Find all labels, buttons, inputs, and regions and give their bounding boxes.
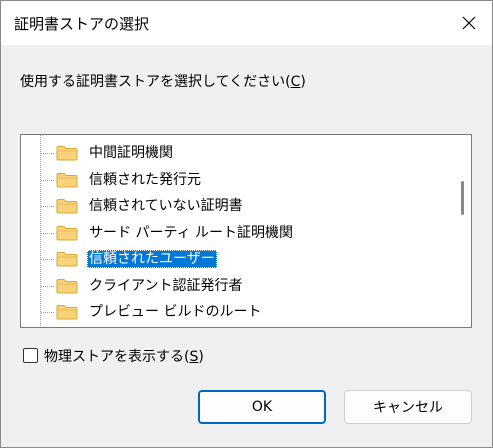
- tree-item-label[interactable]: 信頼されていない証明書: [87, 197, 245, 215]
- tree-item[interactable]: クライアント認証発行者: [21, 274, 451, 298]
- tree-item[interactable]: プレビュー ビルドのルート: [21, 300, 451, 324]
- tree-item-label[interactable]: クライアント認証発行者: [87, 277, 244, 295]
- tree-item-label[interactable]: プレビュー ビルドのルート: [87, 303, 263, 321]
- tree-item[interactable]: 中間証明機関: [21, 141, 451, 165]
- tree-item-label[interactable]: 信頼された発行元: [87, 171, 203, 189]
- dialog-title: 証明書ストアの選択: [14, 15, 150, 33]
- tree-item[interactable]: 信頼されたユーザー: [21, 247, 451, 271]
- tree-branch-line: [41, 312, 55, 313]
- tree-item-label[interactable]: サード パーティ ルート証明機関: [87, 224, 295, 242]
- show-physical-stores-checkbox[interactable]: [23, 348, 38, 363]
- folder-icon: [56, 278, 78, 298]
- store-tree[interactable]: 中間証明機関信頼された発行元信頼されていない証明書サード パーティ ルート証明機…: [20, 134, 472, 328]
- tree-branch-line: [41, 232, 55, 234]
- folder-icon: [56, 225, 78, 245]
- tree-branch-line: [41, 285, 55, 287]
- tree-branch-line: [41, 179, 55, 181]
- folder-icon: [56, 172, 78, 192]
- cancel-button[interactable]: キャンセル: [344, 390, 472, 424]
- tree-item[interactable]: 信頼された発行元: [21, 168, 451, 192]
- tree-item-label[interactable]: 中間証明機関: [87, 144, 175, 162]
- ok-button[interactable]: OK: [198, 390, 326, 424]
- dialog-window: 証明書ストアの選択 使用する証明書ストアを選択してください(C) 中間証明機関信…: [0, 0, 493, 448]
- tree-item[interactable]: 信頼されていない証明書: [21, 194, 451, 218]
- tree-branch-line: [41, 259, 55, 260]
- folder-icon: [56, 198, 78, 218]
- tree-item-label[interactable]: 信頼されたユーザー: [87, 250, 217, 268]
- tree-branch-line: [41, 206, 55, 207]
- tree-item[interactable]: サード パーティ ルート証明機関: [21, 221, 451, 245]
- close-icon: [462, 16, 476, 30]
- folder-icon: [56, 304, 78, 324]
- title-bar: 証明書ストアの選択: [1, 1, 492, 45]
- folder-icon: [56, 145, 78, 165]
- prompt-label: 使用する証明書ストアを選択してください(C): [20, 74, 306, 90]
- show-physical-stores-label[interactable]: 物理ストアを表示する(S): [44, 346, 204, 366]
- folder-icon: [56, 251, 78, 271]
- scrollbar-thumb[interactable]: [461, 181, 464, 215]
- vertical-scrollbar[interactable]: [455, 135, 471, 327]
- tree-branch-line: [41, 153, 55, 154]
- close-button[interactable]: [452, 7, 486, 39]
